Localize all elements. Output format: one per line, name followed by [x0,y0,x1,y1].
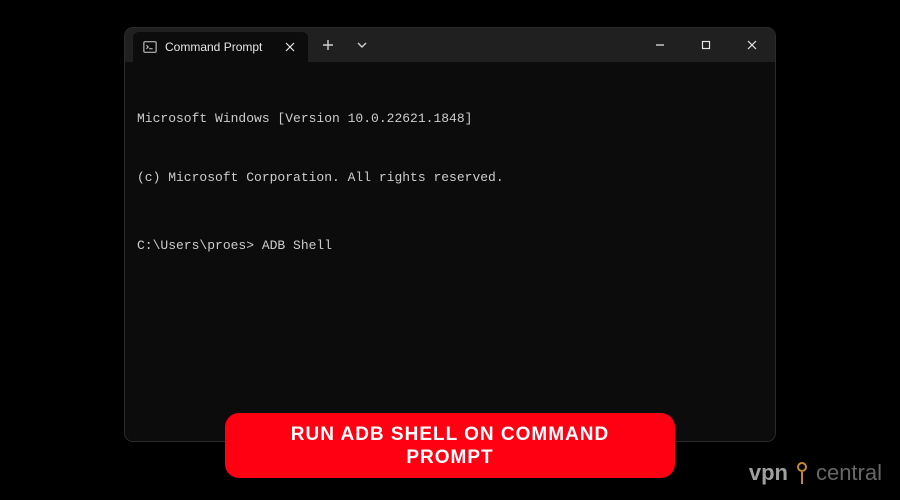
copyright-line: (c) Microsoft Corporation. All rights re… [137,168,763,188]
version-line: Microsoft Windows [Version 10.0.22621.18… [137,109,763,129]
maximize-button[interactable] [683,28,729,62]
caption-text: RUN ADB SHELL ON COMMAND PROMPT [291,424,610,469]
terminal-output[interactable]: Microsoft Windows [Version 10.0.22621.18… [125,62,775,441]
tab-dropdown-button[interactable] [348,31,376,59]
watermark-part2: central [816,460,882,486]
caption-badge: RUN ADB SHELL ON COMMAND PROMPT [225,413,675,479]
titlebar-drag-area[interactable] [382,28,637,62]
typed-command: ADB Shell [262,238,332,253]
new-tab-button[interactable] [314,31,342,59]
minimize-button[interactable] [637,28,683,62]
tabbar-buttons [308,28,382,62]
window-controls [637,28,775,62]
command-prompt-window: Command Prompt Microso [125,28,775,441]
tab-command-prompt[interactable]: Command Prompt [133,32,308,62]
tab-close-button[interactable] [282,39,298,55]
watermark-part1: vpn [749,460,788,486]
close-button[interactable] [729,28,775,62]
watermark-logo: vpn central [749,460,882,486]
prompt-line: C:\Users\proes> ADB Shell [137,236,763,256]
pin-icon [792,462,812,484]
prompt-path: C:\Users\proes> [137,238,262,253]
titlebar[interactable]: Command Prompt [125,28,775,62]
tab-title: Command Prompt [165,40,274,54]
terminal-icon [143,40,157,54]
